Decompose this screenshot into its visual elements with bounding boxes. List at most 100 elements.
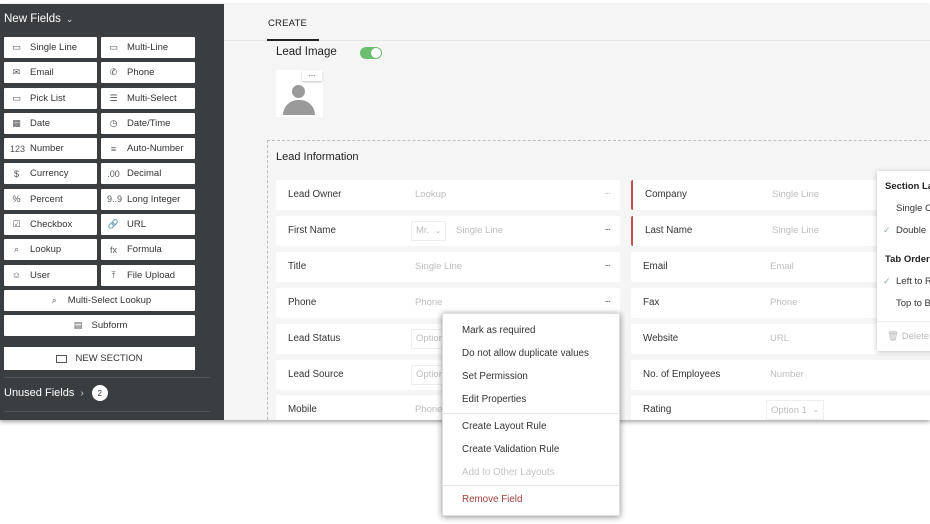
field-button-multi-select-lookup[interactable]: ⌕ Multi-Select Lookup xyxy=(4,289,195,311)
field-button-user[interactable]: ☺ User xyxy=(4,264,97,286)
field-label: Email xyxy=(643,260,668,272)
sidebar-divider xyxy=(4,377,210,378)
delete-label: Delete xyxy=(901,331,930,342)
field-button-auto-number[interactable]: ≡ Auto-Number xyxy=(101,138,195,160)
field-button-date[interactable]: ▦ Date xyxy=(4,112,97,134)
field-label: Company xyxy=(645,189,687,200)
field-label: User xyxy=(30,269,51,281)
tab-order-top-to-bottom[interactable]: Top to B xyxy=(896,298,930,309)
link-icon: 🔗 xyxy=(107,219,120,230)
date-icon: ▦ xyxy=(12,117,21,128)
user-icon: ☺ xyxy=(11,270,22,281)
salutation-select[interactable]: Mr. ⌄ xyxy=(411,220,447,241)
field-label: Checkbox xyxy=(30,219,73,231)
menu-item-edit-properties[interactable]: Edit Properties xyxy=(462,394,526,405)
picklist-value: Option xyxy=(416,369,444,380)
percent-icon: % xyxy=(12,194,21,205)
field-menu-button[interactable]: ... xyxy=(605,222,611,233)
field-button-decimal[interactable]: .00 Decimal xyxy=(101,163,195,185)
new-fields-header[interactable]: New Fields ⌄ xyxy=(4,13,73,25)
picklist-value: Option 1 xyxy=(771,404,807,416)
field-label: Auto-Number xyxy=(127,143,184,155)
tab-order-heading: Tab Order xyxy=(885,254,930,265)
field-button-email[interactable]: ✉ Email xyxy=(4,62,97,84)
field-label: File Upload xyxy=(127,269,176,281)
field-button-long-integer[interactable]: 9..9 Long Integer xyxy=(101,188,195,210)
field-button-phone[interactable]: ✆ Phone xyxy=(101,62,195,84)
new-fields-sidebar: New Fields ⌄ ▭ Single Line ▭ Multi-Line ✉ Ema… xyxy=(0,4,224,420)
new-fields-title: New Fields xyxy=(4,13,61,25)
field-context-menu: Mark as required Do not allow duplicate v… xyxy=(442,313,620,516)
field-label: Mobile xyxy=(288,404,317,416)
decimal-icon: .00 xyxy=(107,168,120,179)
field-label: Lookup xyxy=(30,244,62,256)
field-button-percent[interactable]: % Percent xyxy=(4,188,97,210)
field-label: Phone xyxy=(127,67,155,79)
sidebar-divider xyxy=(4,411,210,412)
new-section-button[interactable]: NEW SECTION xyxy=(4,347,195,370)
field-menu-button[interactable]: ... xyxy=(605,294,611,305)
field-type-placeholder: Single Line xyxy=(772,224,820,236)
menu-item-do-not-allow-duplicate-values[interactable]: Do not allow duplicate values xyxy=(462,348,589,359)
field-label: Currency xyxy=(30,168,69,180)
currency-icon: $ xyxy=(13,168,19,179)
field-type-placeholder: Single Line xyxy=(456,224,504,236)
section-layout-heading: Section La xyxy=(885,181,930,192)
tab-order-left-to-right[interactable]: Left to R xyxy=(896,276,930,287)
lookup-icon: ⌕ xyxy=(13,244,20,255)
field-button-formula[interactable]: fx Formula xyxy=(101,239,195,261)
panel-divider xyxy=(877,321,930,322)
menu-item-set-permission[interactable]: Set Permission xyxy=(462,371,528,382)
menu-item-create-validation-rule[interactable]: Create Validation Rule xyxy=(462,444,559,455)
picklist-preview[interactable]: Option 1 ⌄ xyxy=(766,400,824,420)
field-label: No. of Employees xyxy=(643,368,721,380)
field-row-lead-owner[interactable]: Lead Owner Lookup... xyxy=(276,180,620,210)
field-label: First Name xyxy=(288,224,336,236)
field-row-no-of-employees[interactable]: No. of Employees Number xyxy=(631,359,930,390)
field-type-placeholder: Email xyxy=(770,260,794,272)
field-row-first-name[interactable]: First Name Mr. ⌄ Single Line... xyxy=(276,215,620,246)
field-label: Lead Status xyxy=(288,332,341,344)
field-type-placeholder: Phone xyxy=(415,296,443,308)
checkbox-icon: ☑ xyxy=(12,219,21,230)
field-label: Lead Source xyxy=(288,368,344,380)
menu-item-mark-as-required[interactable]: Mark as required xyxy=(462,325,536,336)
field-type-placeholder: Lookup xyxy=(415,189,447,200)
field-button-multi-line[interactable]: ▭ Multi-Line xyxy=(101,37,195,58)
field-button-url[interactable]: 🔗 URL xyxy=(101,214,195,236)
chevron-down-icon: ⌄ xyxy=(812,407,819,415)
delete-section-button[interactable]: 🗑 Delete xyxy=(887,331,929,342)
field-button-subform[interactable]: ▤ Subform xyxy=(4,315,195,337)
field-label: Rating xyxy=(643,404,672,416)
field-row-title[interactable]: Title Single Line... xyxy=(276,251,620,282)
field-button-checkbox[interactable]: ☑ Checkbox xyxy=(4,214,97,236)
menu-item-add-to-other-layouts: Add to Other Layouts xyxy=(462,467,555,478)
field-button-lookup[interactable]: ⌕ Lookup xyxy=(4,239,97,261)
layout-option-single[interactable]: Single C xyxy=(896,203,930,214)
field-label: Pick List xyxy=(30,92,66,104)
field-button-number[interactable]: 123 Number xyxy=(4,138,97,160)
unused-fields-toggle[interactable]: Unused Fields › 2 xyxy=(4,385,108,401)
field-menu-button[interactable]: ... xyxy=(605,186,611,197)
field-label: Title xyxy=(288,260,307,272)
layout-option-double[interactable]: Double xyxy=(896,225,926,236)
field-button-single-line[interactable]: ▭ Single Line xyxy=(4,37,97,58)
field-button-multi-select[interactable]: ☰ Multi-Select xyxy=(101,87,195,109)
menu-item-create-layout-rule[interactable]: Create Layout Rule xyxy=(462,421,546,432)
chevron-right-icon: › xyxy=(80,387,84,399)
unused-fields-count: 2 xyxy=(91,385,108,401)
field-label: Email xyxy=(30,67,54,79)
field-label: Multi-Select xyxy=(127,92,177,104)
field-label: Website xyxy=(643,332,679,344)
field-label: Multi-Line xyxy=(127,42,169,53)
field-menu-button[interactable]: ... xyxy=(605,258,611,269)
menu-item-remove-field[interactable]: Remove Field xyxy=(462,494,522,505)
field-button-pick-list[interactable]: ▭ Pick List xyxy=(4,87,97,109)
field-button-file-upload[interactable]: ⤒ File Upload xyxy=(101,264,195,286)
field-button-date-time[interactable]: ◷ Date/Time xyxy=(101,112,195,134)
field-label: Number xyxy=(30,143,64,155)
field-row-rating[interactable]: Rating Option 1 ⌄ xyxy=(631,395,930,420)
menu-divider xyxy=(443,485,619,486)
field-label: Date/Time xyxy=(127,117,171,129)
field-button-currency[interactable]: $ Currency xyxy=(4,163,97,185)
